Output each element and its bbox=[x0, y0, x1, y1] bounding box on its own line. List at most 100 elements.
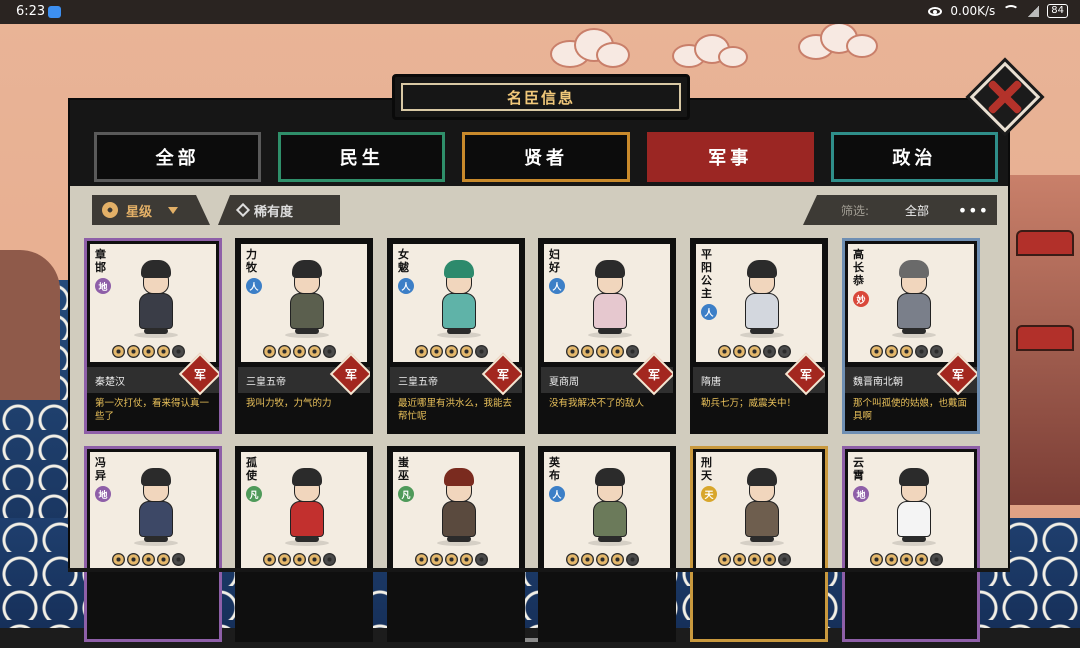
star-icon bbox=[308, 345, 321, 358]
star-icon bbox=[460, 553, 473, 566]
star-icon bbox=[611, 553, 624, 566]
character-figure bbox=[580, 468, 640, 548]
portrait: 章邯地 bbox=[90, 244, 216, 362]
character-figure bbox=[884, 468, 944, 548]
rank-badge: 人 bbox=[398, 278, 414, 294]
cliff-left bbox=[0, 250, 60, 400]
minister-name: 章邯 bbox=[95, 248, 106, 274]
minister-card[interactable]: 女魃人三皇五帝 军最近哪里有洪水么，我能去帮忙呢 bbox=[387, 238, 525, 434]
minister-card[interactable]: 英布人 bbox=[538, 446, 676, 642]
character-figure bbox=[732, 260, 792, 340]
minister-card[interactable]: 云霄地 bbox=[842, 446, 980, 642]
sort-by-rarity-button[interactable]: 稀有度 bbox=[218, 195, 340, 225]
minister-quote: 第一次打仗，看来得认真一些了 bbox=[95, 398, 210, 422]
diamond-icon bbox=[235, 202, 251, 218]
star-icon bbox=[778, 553, 791, 566]
sort-star-label: 星级 bbox=[126, 204, 153, 220]
character-figure bbox=[429, 260, 489, 340]
signal-icon bbox=[1027, 5, 1040, 17]
era-label: 秦楚汉 bbox=[95, 377, 125, 388]
minister-card[interactable]: 蚩巫凡 bbox=[387, 446, 525, 642]
star-rating bbox=[566, 553, 639, 566]
star-icon bbox=[157, 345, 170, 358]
portrait: 高长恭妙 bbox=[848, 244, 974, 362]
portrait: 孤使凡 bbox=[241, 452, 367, 570]
star-icon bbox=[596, 345, 609, 358]
military-badge-label: 军 bbox=[799, 367, 812, 382]
filter-value[interactable]: 全部 bbox=[905, 202, 929, 219]
star-icon bbox=[566, 553, 579, 566]
star-icon bbox=[885, 553, 898, 566]
tab-politics[interactable]: 政治 bbox=[830, 132, 999, 182]
star-rating bbox=[870, 553, 943, 566]
minister-card[interactable]: 妇好人夏商周 军没有我解决不了的敌人 bbox=[538, 238, 676, 434]
sort-by-star-button[interactable]: 星级 bbox=[92, 195, 210, 225]
minister-card[interactable]: 冯异地 bbox=[84, 446, 222, 642]
tab-military[interactable]: 军事 bbox=[646, 132, 814, 182]
star-icon bbox=[566, 345, 579, 358]
military-badge-label: 军 bbox=[193, 367, 206, 382]
star-icon bbox=[445, 345, 458, 358]
minister-card[interactable]: 章邯地秦楚汉 军第一次打仗，看来得认真一些了 bbox=[84, 238, 222, 434]
military-badge-label: 军 bbox=[344, 367, 357, 382]
character-figure bbox=[884, 260, 944, 340]
minister-card[interactable]: 刑天天 bbox=[690, 446, 828, 642]
star-icon bbox=[112, 345, 125, 358]
more-icon[interactable]: ••• bbox=[958, 201, 989, 220]
star-icon bbox=[293, 345, 306, 358]
character-figure bbox=[732, 468, 792, 548]
star-icon bbox=[323, 553, 336, 566]
category-tabs: 全部 民生 贤者 军事 政治 bbox=[94, 132, 999, 182]
minister-name: 妇好 bbox=[549, 248, 560, 274]
star-icon bbox=[870, 345, 883, 358]
star-icon bbox=[323, 345, 336, 358]
tab-sage[interactable]: 贤者 bbox=[462, 132, 630, 182]
portrait: 女魃人 bbox=[393, 244, 519, 362]
close-button[interactable] bbox=[968, 60, 1042, 134]
star-rating bbox=[263, 553, 336, 566]
portrait: 云霄地 bbox=[848, 452, 974, 570]
panel-bottom-edge bbox=[68, 568, 1010, 572]
minister-name: 刑天 bbox=[701, 456, 712, 482]
cloud-decoration bbox=[540, 26, 632, 74]
star-icon bbox=[308, 553, 321, 566]
minister-card[interactable]: 孤使凡 bbox=[235, 446, 373, 642]
rank-badge: 地 bbox=[853, 486, 869, 502]
star-icon bbox=[475, 553, 488, 566]
star-icon bbox=[915, 553, 928, 566]
era-label: 三皇五帝 bbox=[246, 377, 286, 388]
wifi-icon bbox=[1003, 5, 1020, 17]
military-badge-label: 军 bbox=[496, 367, 509, 382]
military-badge-label: 军 bbox=[951, 367, 964, 382]
minister-name: 蚩巫 bbox=[398, 456, 409, 482]
minister-name: 力牧 bbox=[246, 248, 257, 274]
star-icon bbox=[263, 553, 276, 566]
sort-bar: 星级 稀有度 bbox=[92, 195, 340, 225]
minister-card[interactable]: 力牧人三皇五帝 军我叫力牧，力气的力 bbox=[235, 238, 373, 434]
minister-card[interactable]: 平阳公主人隋唐 军勒兵七万；威震关中！ bbox=[690, 238, 828, 434]
star-rating bbox=[112, 553, 185, 566]
portrait: 妇好人 bbox=[544, 244, 670, 362]
star-icon bbox=[763, 553, 776, 566]
tab-all[interactable]: 全部 bbox=[94, 132, 262, 182]
star-icon bbox=[596, 553, 609, 566]
portrait: 英布人 bbox=[544, 452, 670, 570]
minister-card[interactable]: 高长恭妙魏晋南北朝 军那个叫孤使的姑娘，也戴面具啊 bbox=[842, 238, 980, 434]
portrait: 平阳公主人 bbox=[696, 244, 822, 362]
star-icon bbox=[900, 345, 913, 358]
app-notification-icon bbox=[48, 6, 61, 18]
star-icon bbox=[278, 553, 291, 566]
sort-rarity-label: 稀有度 bbox=[254, 204, 294, 220]
minister-quote: 勒兵七万；威震关中！ bbox=[701, 398, 797, 409]
star-icon bbox=[885, 345, 898, 358]
star-icon bbox=[900, 553, 913, 566]
minister-name: 平阳公主 bbox=[701, 248, 712, 300]
chevron-down-icon bbox=[168, 206, 179, 214]
star-icon bbox=[157, 553, 170, 566]
star-rating bbox=[718, 345, 791, 358]
tab-livelihood[interactable]: 民生 bbox=[278, 132, 446, 182]
filter-bar[interactable]: 筛选: 全部 ••• bbox=[803, 195, 997, 225]
star-icon bbox=[430, 553, 443, 566]
era-label: 隋唐 bbox=[701, 377, 721, 388]
character-figure bbox=[277, 260, 337, 340]
